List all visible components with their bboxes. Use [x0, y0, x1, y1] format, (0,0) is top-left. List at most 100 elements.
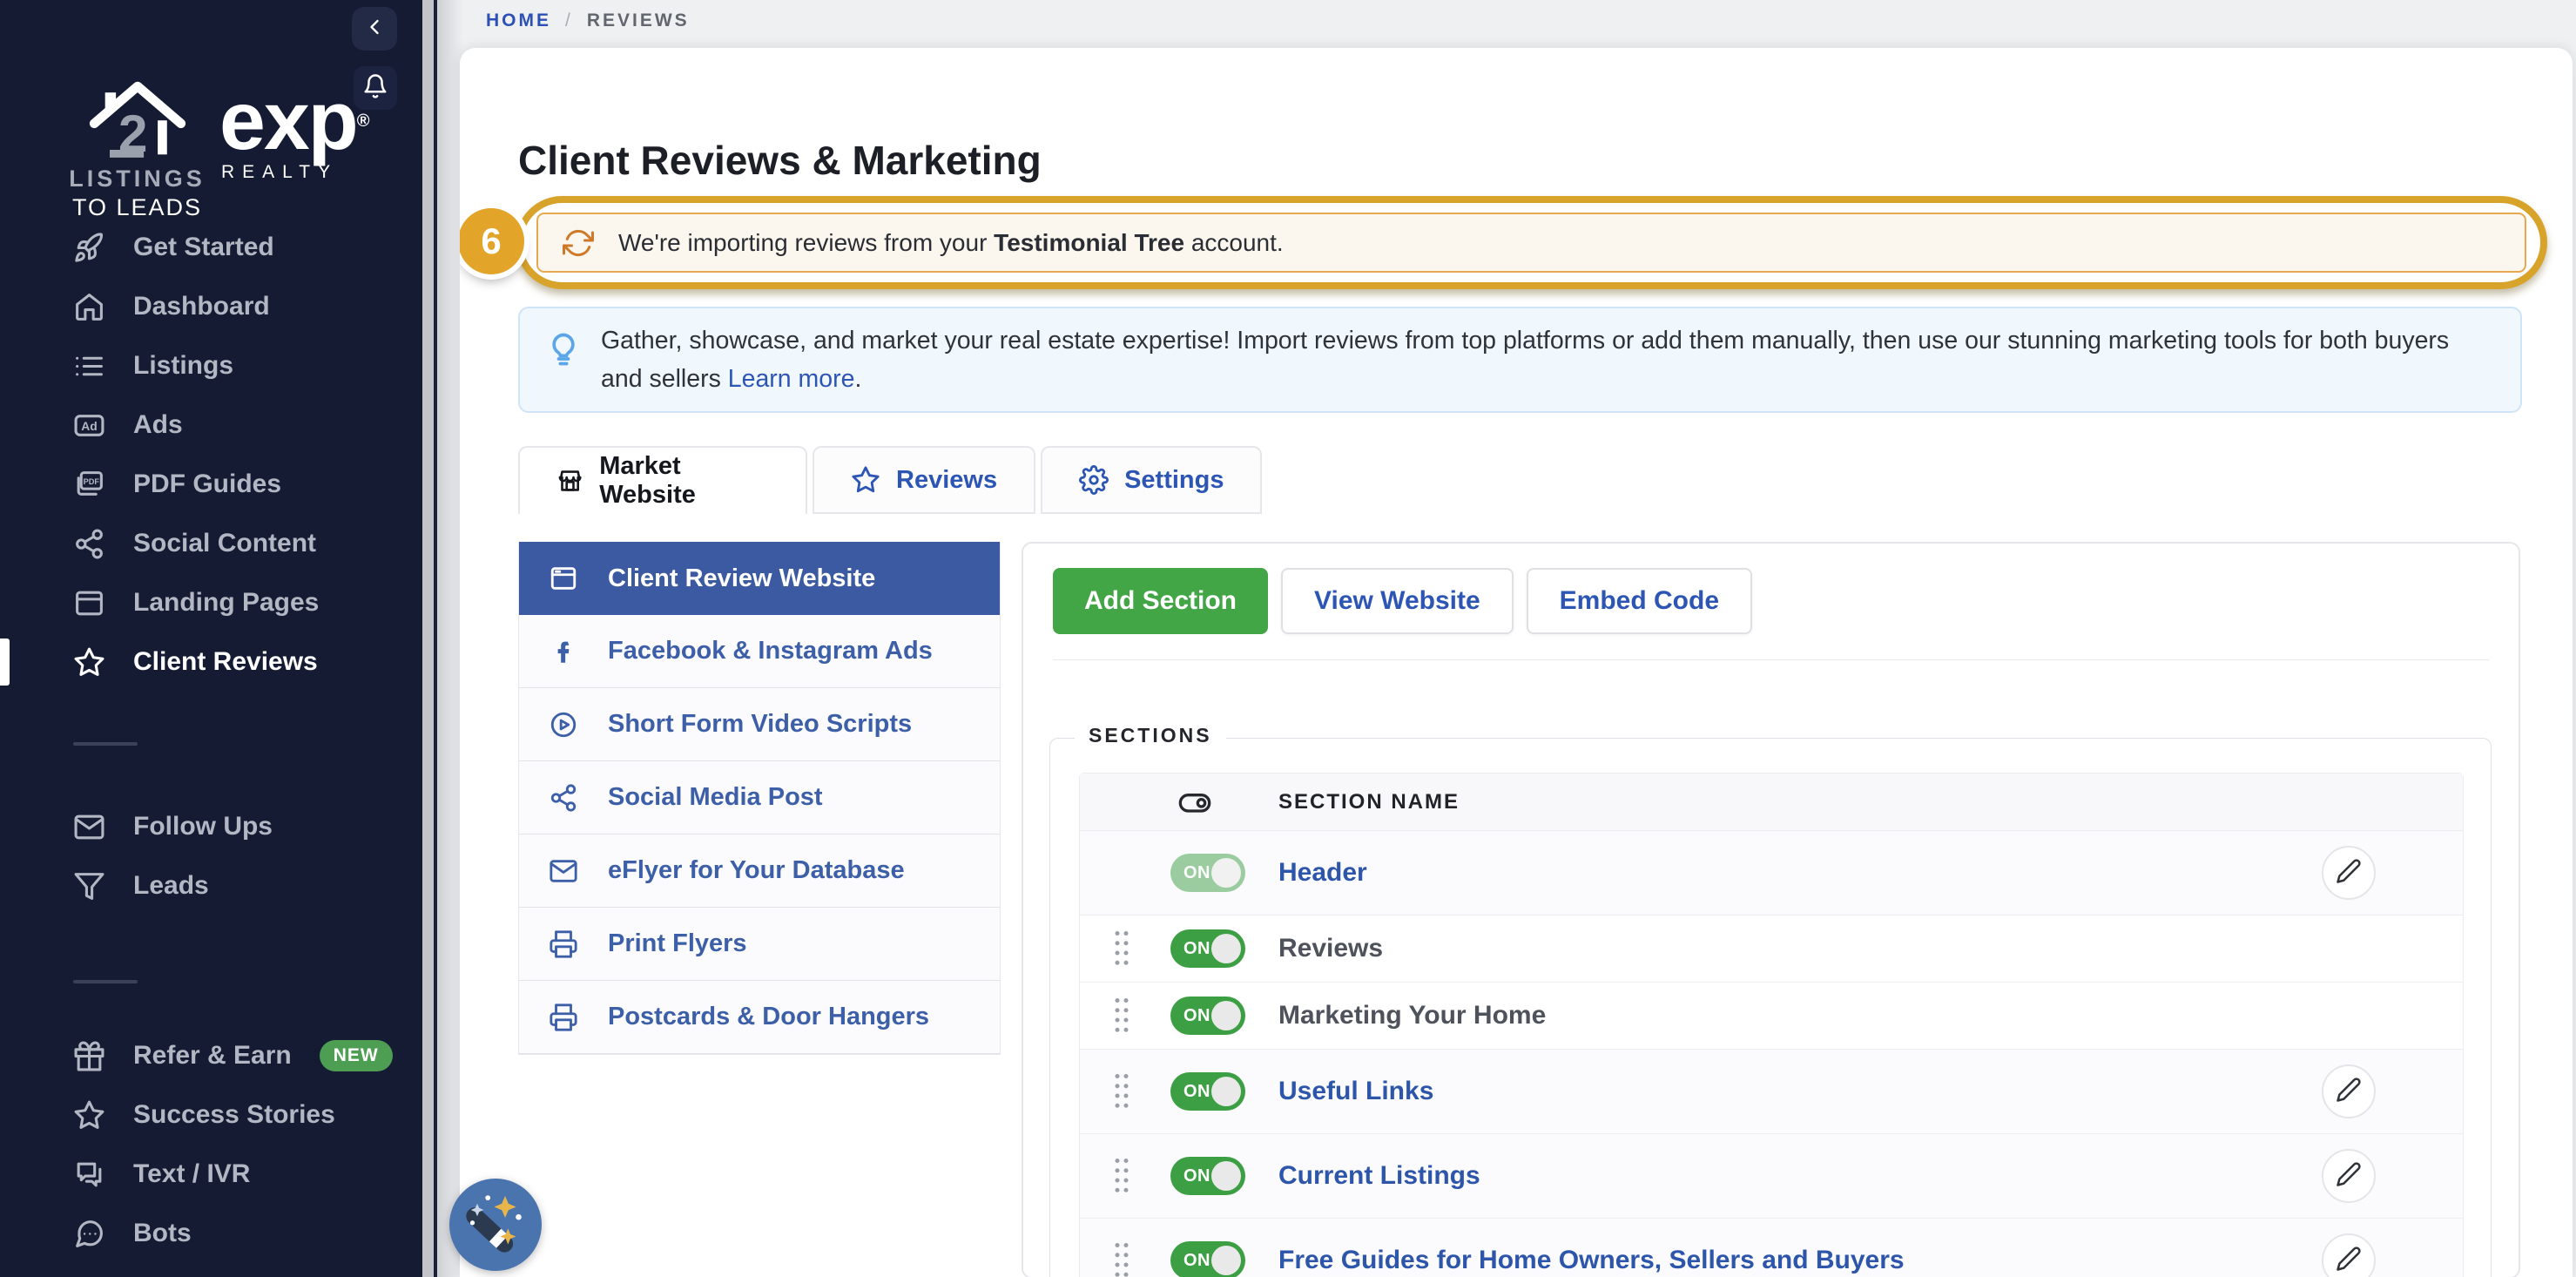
section-on-toggle[interactable]: ON — [1170, 997, 1245, 1035]
exp-wordmark: exp — [219, 75, 357, 167]
section-on-toggle[interactable]: ON — [1170, 1157, 1245, 1195]
sidebar-item-text-ivr[interactable]: Text / IVR — [0, 1145, 422, 1204]
sidebar-item-label: Get Started — [133, 233, 274, 262]
breadcrumb-separator: / — [565, 10, 573, 31]
toggle-knob — [1211, 1077, 1241, 1106]
sidebar-item-landing-pages[interactable]: Landing Pages — [0, 573, 422, 632]
toggle-on-label: ON — [1183, 863, 1210, 883]
pencil-icon — [2336, 1161, 2362, 1192]
submenu-item-label: Social Media Post — [608, 783, 823, 812]
toggle-knob — [1211, 1246, 1241, 1275]
drag-handle-icon[interactable] — [1109, 928, 1135, 970]
drag-handle-icon[interactable] — [1109, 1240, 1135, 1277]
drag-handle-icon[interactable] — [1109, 1071, 1135, 1112]
sidebar-item-label: PDF Guides — [133, 470, 281, 499]
section-name[interactable]: Header — [1278, 858, 1367, 888]
sidebar-item-bots[interactable]: Bots — [0, 1204, 422, 1263]
tab-market-website[interactable]: Market Website — [518, 446, 807, 514]
panel-divider — [1053, 659, 2489, 660]
collapse-sidebar-button[interactable] — [352, 7, 397, 51]
sidebar-item-label: Landing Pages — [133, 588, 319, 618]
sidebar-item-pdf-guides[interactable]: PDF PDF Guides — [0, 455, 422, 514]
sidebar-item-social-content[interactable]: Social Content — [0, 514, 422, 573]
learn-more-link[interactable]: Learn more — [728, 365, 855, 393]
view-website-button[interactable]: View Website — [1281, 568, 1514, 634]
toggle-on-label: ON — [1183, 1166, 1210, 1186]
edit-section-button[interactable] — [2322, 1233, 2376, 1277]
tab-label: Market Website — [599, 452, 769, 510]
section-on-toggle[interactable]: ON — [1170, 1241, 1245, 1277]
mail-icon — [549, 856, 578, 886]
edit-section-button[interactable] — [2322, 1149, 2376, 1203]
sidebar-item-success-stories[interactable]: Success Stories — [0, 1085, 422, 1145]
section-row-current-listings: ON Current Listings — [1080, 1134, 2463, 1219]
sections-table-header: SECTION NAME — [1080, 774, 2463, 831]
sidebar-item-leads[interactable]: Leads — [0, 856, 422, 916]
tab-bar: Market Website Reviews Settings — [518, 446, 1262, 514]
drag-handle-icon[interactable] — [1109, 1155, 1135, 1197]
list-icon — [73, 350, 105, 382]
section-on-toggle[interactable]: ON — [1170, 1072, 1245, 1111]
sidebar-scrollbar[interactable] — [422, 0, 434, 1277]
submenu-item-client-review-website[interactable]: Client Review Website — [519, 542, 1000, 615]
submenu-item-label: Client Review Website — [608, 564, 875, 593]
submenu-item-eflyer-for-your-database[interactable]: eFlyer for Your Database — [519, 834, 1000, 908]
submenu-item-postcards-door-hangers[interactable]: Postcards & Door Hangers — [519, 981, 1000, 1054]
submenu-item-label: eFlyer for Your Database — [608, 856, 905, 885]
sidebar-item-refer-earn[interactable]: Refer & Earn NEW — [0, 1026, 422, 1085]
embed-code-button[interactable]: Embed Code — [1527, 568, 1752, 634]
submenu-item-social-media-post[interactable]: Social Media Post — [519, 761, 1000, 834]
submenu-item-facebook-instagram-ads[interactable]: Facebook & Instagram Ads — [519, 615, 1000, 688]
section-name[interactable]: Marketing Your Home — [1278, 1001, 1546, 1030]
share-icon — [549, 783, 578, 813]
sidebar-item-label: Client Reviews — [133, 647, 318, 677]
sidebar-item-follow-ups[interactable]: Follow Ups — [0, 797, 422, 856]
tab-reviews[interactable]: Reviews — [813, 446, 1035, 514]
sidebar-item-label: Bots — [133, 1219, 192, 1248]
ad-icon: Ad — [73, 409, 105, 442]
submenu-item-label: Print Flyers — [608, 929, 747, 958]
sidebar-divider — [73, 980, 138, 983]
toggle-knob — [1211, 1001, 1241, 1030]
chat-icon — [73, 1159, 105, 1191]
tab-settings[interactable]: Settings — [1041, 446, 1262, 514]
star-icon — [73, 1099, 105, 1132]
sidebar-item-ads[interactable]: Ad Ads — [0, 395, 422, 455]
home-icon — [73, 291, 105, 323]
edit-section-button[interactable] — [2322, 1064, 2376, 1118]
section-on-toggle[interactable]: ON — [1170, 929, 1245, 968]
edit-section-button[interactable] — [2322, 846, 2376, 900]
import-alert-text: We're importing reviews from your Testim… — [618, 229, 1284, 257]
sidebar-item-dashboard[interactable]: Dashboard — [0, 277, 422, 336]
tab-label: Reviews — [896, 466, 997, 495]
section-on-toggle[interactable]: ON — [1170, 854, 1245, 892]
submenu-item-short-form-video-scripts[interactable]: Short Form Video Scripts — [519, 688, 1000, 761]
house-logo-icon: 2 — [89, 80, 186, 164]
section-name[interactable]: Useful Links — [1278, 1077, 1433, 1106]
info-box: Gather, showcase, and market your real e… — [518, 307, 2522, 413]
section-name[interactable]: Current Listings — [1278, 1161, 1480, 1191]
sidebar-item-get-started[interactable]: Get Started — [0, 218, 422, 277]
section-row-reviews: ON Reviews — [1080, 916, 2463, 983]
printer-icon — [549, 1003, 578, 1032]
toggle-on-label: ON — [1183, 1251, 1210, 1271]
magic-assistant-button[interactable] — [449, 1179, 542, 1271]
sidebar-item-listings[interactable]: Listings — [0, 336, 422, 395]
submenu-item-print-flyers[interactable]: Print Flyers — [519, 908, 1000, 981]
star-icon — [73, 646, 105, 679]
bot-icon — [73, 1218, 105, 1250]
import-alert-highlight-ring: We're importing reviews from your Testim… — [516, 196, 2547, 289]
drag-handle-icon[interactable] — [1109, 995, 1135, 1037]
add-section-button[interactable]: Add Section — [1053, 568, 1268, 634]
sidebar-nav-primary: Get Started Dashboard Listings Ad Ads PD… — [0, 218, 422, 692]
sidebar-item-label: Follow Ups — [133, 812, 273, 841]
toggle-knob — [1211, 858, 1241, 888]
section-name[interactable]: Reviews — [1278, 934, 1383, 963]
funnel-icon — [73, 870, 105, 902]
facebook-icon — [549, 637, 578, 666]
store-icon — [556, 466, 583, 496]
breadcrumb-home-link[interactable]: HOME — [486, 10, 551, 31]
sidebar-item-client-reviews[interactable]: Client Reviews — [0, 632, 422, 692]
sections-rows: ON Header ON — [1080, 831, 2463, 1277]
section-name[interactable]: Free Guides for Home Owners, Sellers and… — [1278, 1246, 1905, 1275]
